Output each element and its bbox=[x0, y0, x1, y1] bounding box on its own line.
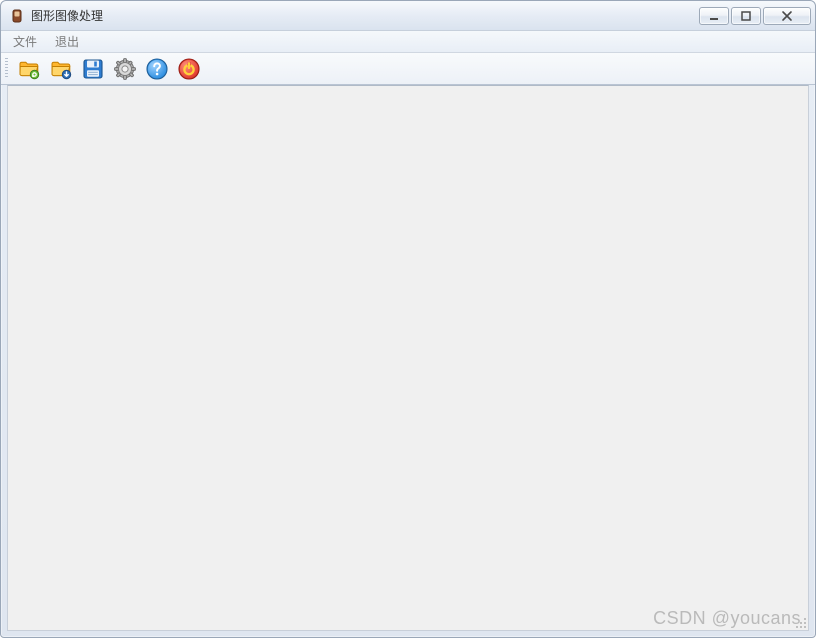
app-icon bbox=[9, 8, 25, 24]
maximize-icon bbox=[740, 10, 752, 22]
close-icon bbox=[781, 10, 793, 22]
maximize-button[interactable] bbox=[731, 7, 761, 25]
toolbar bbox=[1, 53, 815, 85]
app-window: 图形图像处理 文件 退出 bbox=[0, 0, 816, 638]
minimize-button[interactable] bbox=[699, 7, 729, 25]
settings-icon bbox=[113, 57, 137, 81]
save-icon bbox=[81, 57, 105, 81]
menu-exit[interactable]: 退出 bbox=[49, 31, 85, 52]
help-icon bbox=[145, 57, 169, 81]
close-button[interactable] bbox=[763, 7, 811, 25]
import-folder-icon bbox=[49, 57, 73, 81]
open-folder-icon bbox=[17, 57, 41, 81]
import-button[interactable] bbox=[47, 55, 75, 83]
power-button[interactable] bbox=[175, 55, 203, 83]
titlebar[interactable]: 图形图像处理 bbox=[1, 1, 815, 31]
client-area bbox=[7, 85, 809, 631]
save-button[interactable] bbox=[79, 55, 107, 83]
window-title: 图形图像处理 bbox=[31, 7, 699, 24]
menu-file[interactable]: 文件 bbox=[7, 31, 43, 52]
help-button[interactable] bbox=[143, 55, 171, 83]
menubar: 文件 退出 bbox=[1, 31, 815, 53]
settings-button[interactable] bbox=[111, 55, 139, 83]
open-button[interactable] bbox=[15, 55, 43, 83]
power-icon bbox=[177, 57, 201, 81]
window-controls bbox=[699, 7, 811, 25]
resize-grip[interactable] bbox=[792, 614, 808, 630]
minimize-icon bbox=[708, 10, 720, 22]
